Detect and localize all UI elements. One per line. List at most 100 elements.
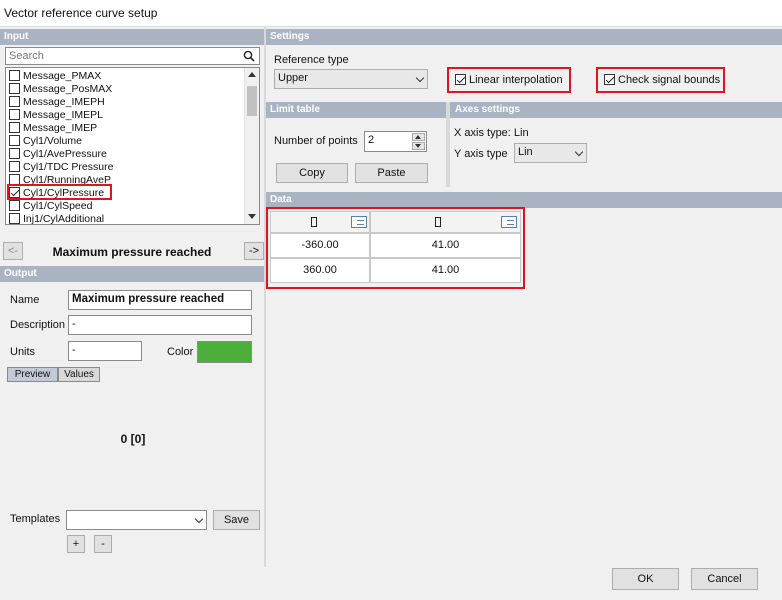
chevron-down-icon	[574, 147, 584, 157]
list-item-label: Cyl1/TDC Pressure	[23, 161, 114, 173]
units-field[interactable]: -	[68, 341, 142, 361]
linear-interpolation-label: Linear interpolation	[469, 74, 563, 86]
list-item-label: Message_IMEPH	[23, 96, 105, 108]
list-item[interactable]: Message_IMEPH	[9, 96, 105, 109]
reference-type-label: Reference type	[274, 54, 349, 66]
x-column-glyph	[311, 217, 317, 227]
number-of-points-value: 2	[368, 134, 375, 146]
checkbox-checked-icon[interactable]	[604, 74, 615, 85]
list-item-label: Cyl1/Volume	[23, 135, 82, 147]
number-of-points-stepper[interactable]: 2	[364, 131, 427, 152]
list-item[interactable]: Cyl1/Volume	[9, 135, 82, 148]
cancel-button[interactable]: Cancel	[691, 568, 758, 590]
chevron-down-icon	[194, 514, 204, 524]
table-cell[interactable]: 41.00	[370, 258, 521, 283]
reference-type-select[interactable]: Upper	[274, 69, 428, 89]
column-header-x[interactable]	[270, 211, 370, 233]
checkbox-icon[interactable]	[9, 70, 20, 81]
check-signal-bounds-label: Check signal bounds	[618, 74, 721, 86]
list-item-label: Message_IMEPL	[23, 109, 103, 121]
scroll-down-icon[interactable]	[248, 214, 256, 219]
description-field[interactable]: -	[68, 315, 252, 335]
check-signal-bounds-checkbox[interactable]: Check signal bounds	[604, 74, 720, 86]
list-item[interactable]: Message_PosMAX	[9, 83, 112, 96]
checkbox-icon[interactable]	[9, 161, 20, 172]
color-swatch[interactable]	[197, 341, 252, 363]
selected-signal-name: Maximum pressure reached	[52, 245, 212, 259]
y-axis-type-label: Y axis type	[454, 148, 508, 160]
linear-interpolation-checkbox[interactable]: Linear interpolation	[455, 74, 563, 86]
table-cell[interactable]: 41.00	[370, 233, 521, 258]
search-box[interactable]	[5, 47, 260, 65]
tab-preview[interactable]: Preview	[7, 367, 58, 382]
description-label: Description	[10, 319, 66, 331]
checkbox-icon[interactable]	[9, 96, 20, 107]
list-scrollbar[interactable]	[244, 68, 259, 224]
window-title-bar: Vector reference curve setup	[0, 0, 782, 27]
window-title: Vector reference curve setup	[4, 6, 158, 20]
column-header-y[interactable]	[370, 211, 521, 233]
column-menu-icon[interactable]	[501, 216, 517, 228]
checkbox-icon[interactable]	[9, 109, 20, 120]
preview-value: 0 [0]	[120, 432, 146, 446]
table-cell[interactable]: 360.00	[270, 258, 370, 283]
signal-list[interactable]: Message_PMAX Message_PosMAX Message_IMEPH M…	[5, 67, 260, 225]
list-item[interactable]: Cyl1/CylSpeed	[9, 200, 92, 213]
x-axis-type-text: X axis type: Lin	[454, 127, 529, 139]
list-item[interactable]: Message_IMEP	[9, 122, 97, 135]
y-axis-type-select[interactable]: Lin	[514, 143, 587, 163]
reference-type-value: Upper	[278, 72, 308, 84]
list-item-label: Message_IMEP	[23, 122, 98, 134]
list-item[interactable]: Cyl1/AvePressure	[9, 148, 107, 161]
search-input[interactable]	[6, 48, 231, 63]
checkbox-icon[interactable]	[9, 135, 20, 146]
search-icon[interactable]	[243, 50, 255, 62]
data-table[interactable]: -360.00 41.00 360.00 41.00	[270, 211, 521, 285]
copy-button[interactable]: Copy	[276, 163, 348, 183]
name-label: Name	[10, 294, 40, 306]
checkbox-icon[interactable]	[9, 148, 20, 159]
list-item-label: Cyl1/AvePressure	[23, 148, 107, 160]
checkbox-icon[interactable]	[9, 122, 20, 133]
name-field[interactable]: Maximum pressure reached	[68, 290, 252, 310]
input-header: Input	[0, 29, 264, 45]
number-of-points-label: Number of points	[274, 135, 358, 147]
list-item[interactable]: Inj1/CylAdditional	[9, 213, 104, 226]
list-item[interactable]: Message_IMEPL	[9, 109, 103, 122]
checkbox-icon[interactable]	[9, 200, 20, 211]
save-template-button[interactable]: Save	[213, 510, 260, 530]
color-label: Color	[167, 346, 194, 358]
stepper-down-icon[interactable]	[412, 142, 425, 150]
y-column-glyph	[435, 217, 441, 227]
units-label: Units	[10, 346, 36, 358]
checkbox-icon[interactable]	[9, 213, 20, 224]
tab-values[interactable]: Values	[58, 367, 100, 382]
settings-header: Settings	[266, 29, 782, 45]
list-item-label: Inj1/CylAdditional	[23, 213, 105, 225]
preview-area: 0 [0]	[7, 382, 262, 502]
selected-item-highlight	[7, 184, 112, 200]
table-cell[interactable]: -360.00	[270, 233, 370, 258]
templates-select[interactable]	[66, 510, 207, 530]
templates-label: Templates	[10, 513, 61, 525]
data-header: Data	[266, 192, 782, 208]
list-item[interactable]: Message_PMAX	[9, 70, 101, 83]
paste-button[interactable]: Paste	[355, 163, 428, 183]
axes-settings-header: Axes settings	[450, 102, 782, 118]
list-item-label: Cyl1/CylSpeed	[23, 200, 93, 212]
ok-button[interactable]: OK	[612, 568, 679, 590]
prev-button[interactable]: <-	[3, 242, 23, 260]
remove-template-button[interactable]: -	[94, 535, 112, 553]
scroll-up-icon[interactable]	[248, 72, 256, 77]
checkbox-icon[interactable]	[9, 83, 20, 94]
scroll-thumb[interactable]	[247, 86, 257, 116]
list-item-label: Message_PosMAX	[23, 83, 113, 95]
chevron-down-icon	[415, 73, 425, 83]
next-button[interactable]: ->	[244, 242, 264, 260]
list-item[interactable]: Cyl1/TDC Pressure	[9, 161, 113, 174]
y-axis-type-value: Lin	[518, 146, 533, 158]
column-menu-icon[interactable]	[351, 216, 367, 228]
checkbox-checked-icon[interactable]	[455, 74, 466, 85]
stepper-up-icon[interactable]	[412, 133, 425, 141]
add-template-button[interactable]: +	[67, 535, 85, 553]
